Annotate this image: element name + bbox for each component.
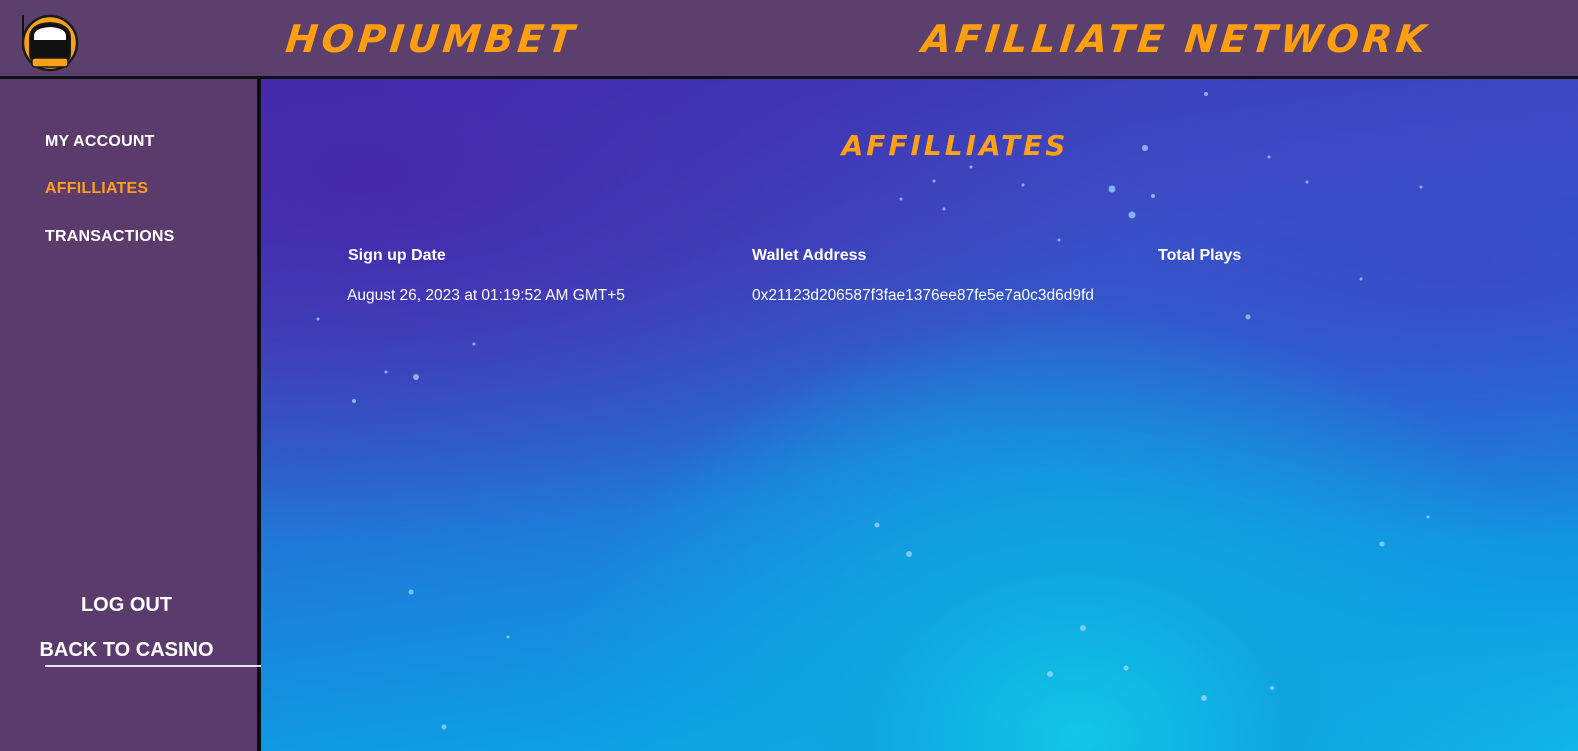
- astronaut-helmet-icon[interactable]: [18, 10, 82, 74]
- network-title: AFILLIATE NETWORK: [919, 17, 1432, 61]
- cell-wallet-address: 0x21123d206587f3fae1376ee87fe5e7a0c3d6d9…: [752, 287, 1094, 304]
- logout-button[interactable]: LOG OUT: [0, 594, 253, 617]
- main-content: AFFILLIATES Sign up Date Wallet Address …: [261, 79, 1578, 751]
- back-to-casino-button[interactable]: BACK TO CASINO: [0, 639, 253, 662]
- cell-signup-date: August 26, 2023 at 01:19:52 AM GMT+5: [347, 287, 625, 304]
- column-header-wallet-address: Wallet Address: [752, 247, 867, 264]
- sidebar-item-my-account[interactable]: MY ACCOUNT: [45, 133, 155, 151]
- column-header-signup-date: Sign up Date: [348, 247, 446, 264]
- column-header-total-plays: Total Plays: [1158, 247, 1242, 264]
- brand-title: HOPIUMBET: [283, 17, 580, 61]
- starfield-background: [316, 92, 1430, 730]
- page-title: AFFILLIATES: [841, 129, 1069, 162]
- header: HOPIUMBET AFILLIATE NETWORK: [0, 0, 1578, 79]
- sidebar: MY ACCOUNT AFFILLIATES TRANSACTIONS LOG …: [0, 79, 261, 751]
- sidebar-item-transactions[interactable]: TRANSACTIONS: [45, 228, 175, 246]
- sidebar-item-affiliates[interactable]: AFFILLIATES: [45, 180, 148, 198]
